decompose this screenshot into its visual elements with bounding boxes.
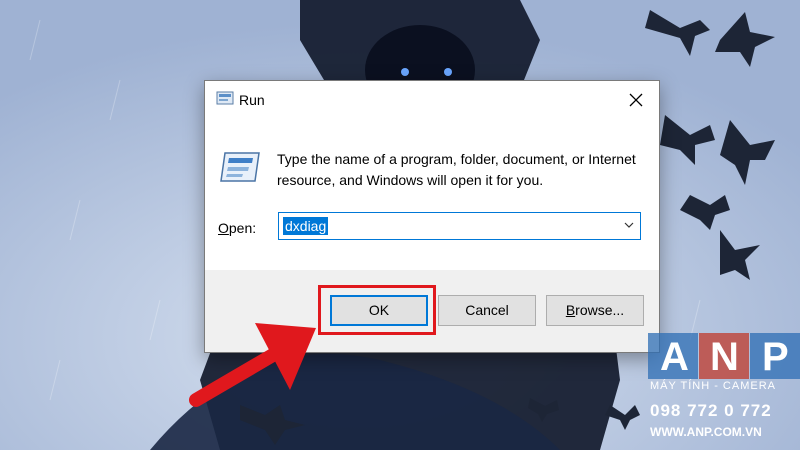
open-input[interactable]: dxdiag [278,212,641,240]
browse-button[interactable]: Browse... [546,295,644,326]
open-input-value: dxdiag [283,217,329,235]
browse-accesskey: B [565,302,576,318]
open-label-accesskey: O [218,220,229,236]
close-button[interactable] [613,81,659,119]
watermark-logo: A N P [648,333,800,379]
chevron-down-icon[interactable] [624,222,634,228]
close-icon [629,93,643,107]
dialog-description: Type the name of a program, folder, docu… [277,151,636,188]
ok-highlight-box [318,285,436,335]
run-program-icon [220,152,260,182]
anp-watermark: A N P MÁY TÍNH - CAMERA 098 772 0 772 WW… [648,333,800,450]
dialog-titlebar[interactable]: Run [205,81,659,119]
watermark-letter-a: A [660,335,689,379]
open-label-text: pen: [228,220,257,236]
watermark-letter-n: N [710,335,739,379]
watermark-phone: 098 772 0 772 [650,401,772,420]
dialog-title: Run [239,92,265,108]
watermark-subtitle: MÁY TÍNH - CAMERA [650,380,776,392]
cancel-button[interactable]: Cancel [438,295,536,326]
watermark-letter-p: P [762,335,789,379]
open-label: Open: [218,220,256,236]
run-icon [216,91,234,105]
browse-label: rowse... [575,302,625,318]
watermark-url: WWW.ANP.COM.VN [650,425,762,439]
